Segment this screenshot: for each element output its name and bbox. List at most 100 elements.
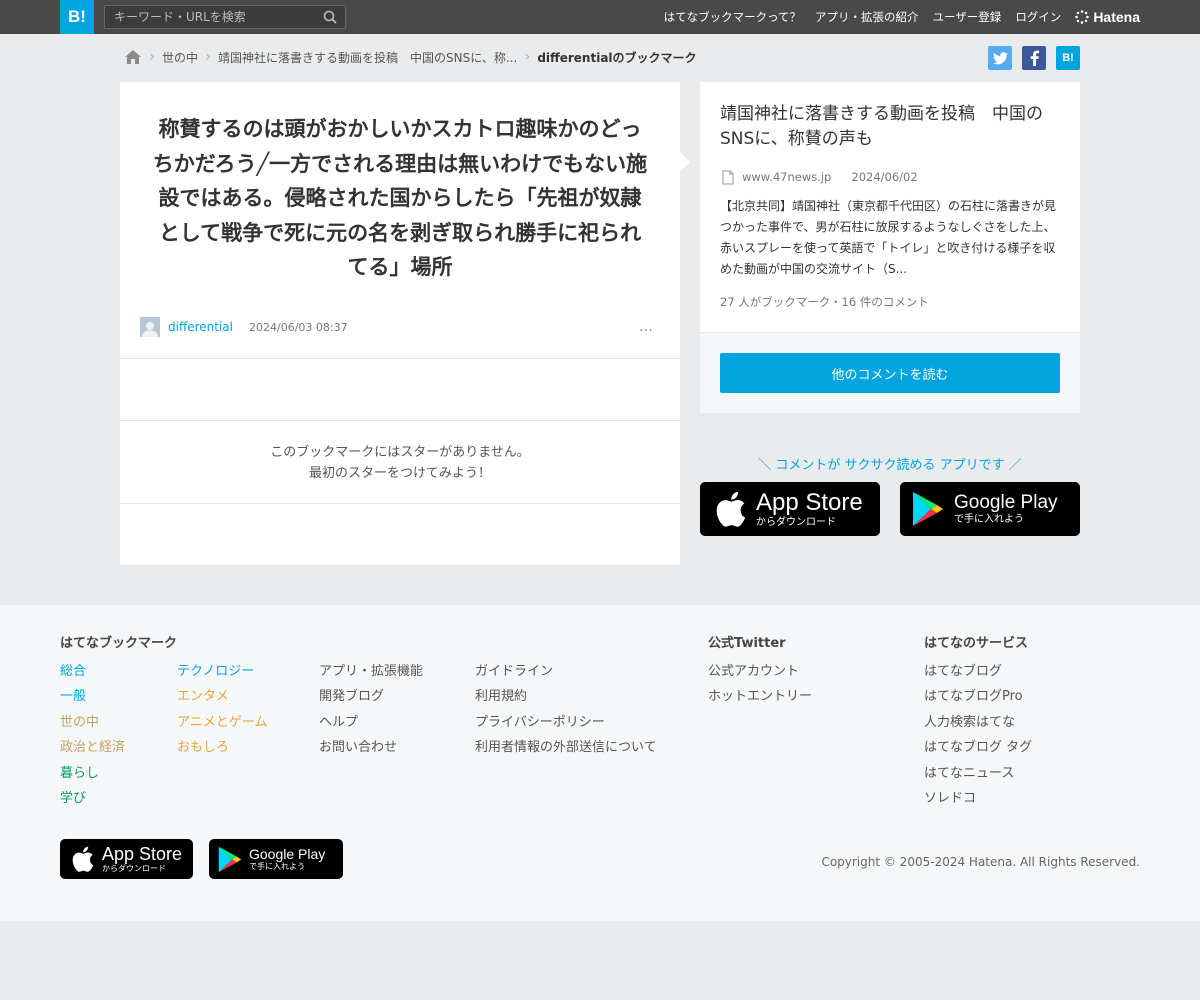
googleplay-title: Google Play	[249, 846, 326, 862]
nav-register[interactable]: ユーザー登録	[933, 9, 1002, 25]
nav-apps[interactable]: アプリ・拡張の紹介	[815, 9, 919, 25]
avatar[interactable]	[140, 317, 160, 337]
hatena-dots-icon	[1075, 10, 1090, 24]
read-comments-button[interactable]: 他のコメントを読む	[720, 353, 1060, 393]
entry-summary: 【北京共同】靖国神社（東京都千代田区）の石柱に落書きが見つかった事件で、男が石柱…	[720, 199, 1057, 276]
top-nav: はてなブックマークって？ アプリ・拡張の紹介 ユーザー登録 ログイン Haten…	[664, 0, 1140, 34]
divider	[120, 503, 680, 504]
hatena-bookmark-logo[interactable]: B!	[60, 0, 94, 34]
divider	[120, 358, 680, 359]
twitter-share-button[interactable]	[988, 46, 1012, 70]
footer-link-game[interactable]: アニメとゲーム	[177, 710, 267, 735]
footer-link-blog-tags[interactable]: はてなブログ タグ	[924, 735, 1032, 760]
entry-title[interactable]: 靖国神社に落書きする動画を投稿 中国のSNSに、称賛の声も	[720, 102, 1065, 152]
entry-domain[interactable]: www.47news.jp	[742, 170, 831, 184]
google-play-icon	[913, 492, 943, 526]
googleplay-title: Google Play	[954, 492, 1058, 513]
hatena-share-button[interactable]: B!	[1056, 46, 1080, 70]
footer-link-dev-blog[interactable]: 開発ブログ	[319, 684, 423, 709]
footer-link-official-account[interactable]: 公式アカウント	[708, 659, 812, 684]
nav-login[interactable]: ログイン	[1015, 9, 1061, 25]
footer-link-jinriki[interactable]: 人力検索はてな	[924, 710, 1032, 735]
googleplay-subtitle: で手に入れよう	[954, 514, 1024, 525]
chevron-right-icon: ›	[149, 49, 155, 65]
footer-link-soredoko[interactable]: ソレドコ	[924, 786, 1032, 811]
comment-card: 称賛するのは頭がおかしいかスカトロ趣味かのどっちかだろう╱一方でされる理由は無い…	[120, 82, 680, 565]
add-star-prompt: 最初のスターをつけてみよう！	[308, 466, 491, 481]
appstore-title: App Store	[102, 844, 183, 864]
app-store-button[interactable]: App Store からダウンロード	[700, 482, 880, 536]
home-icon[interactable]	[124, 49, 142, 65]
footer-link-fun[interactable]: おもしろ	[177, 735, 267, 760]
footer-categories-1: 総合 一般 世の中 政治と経済 暮らし 学び	[60, 659, 125, 811]
footer-link-guidelines[interactable]: ガイドライン	[475, 659, 657, 684]
chevron-right-icon: ›	[524, 49, 531, 65]
divider	[120, 420, 680, 421]
card-pointer	[680, 152, 690, 172]
breadcrumb-category[interactable]: 世の中	[162, 49, 198, 66]
footer-link-knowledge[interactable]: 学び	[60, 786, 125, 811]
footer-link-ippan[interactable]: 一般	[60, 684, 125, 709]
footer-link-privacy[interactable]: プライバシーポリシー	[475, 710, 657, 735]
entry-footer: 他のコメントを読む	[700, 332, 1080, 413]
footer-categories-2: テクノロジー エンタメ アニメとゲーム おもしろ	[177, 659, 267, 761]
google-play-button[interactable]: Google Play で手に入れよう	[900, 482, 1080, 536]
footer-twitter-links: 公式アカウント ホットエントリー	[708, 659, 812, 710]
footer-services-links: はてなブログ はてなブログPro 人力検索はてな はてなブログ タグ はてなニュ…	[924, 659, 1032, 811]
footer-link-life[interactable]: 暮らし	[60, 761, 125, 786]
footer-link-it[interactable]: テクノロジー	[177, 659, 267, 684]
footer-link-entertainment[interactable]: エンタメ	[177, 684, 267, 709]
footer-link-apps[interactable]: アプリ・拡張機能	[319, 659, 423, 684]
twitter-bird-icon	[992, 51, 1008, 64]
entry-counts[interactable]: 27 人がブックマーク・16 件のコメント	[720, 294, 929, 310]
footer-link-social[interactable]: 世の中	[60, 710, 125, 735]
appstore-subtitle: からダウンロード	[102, 864, 166, 873]
footer-links-3: アプリ・拡張機能 開発ブログ ヘルプ お問い合わせ	[319, 659, 423, 761]
search-icon[interactable]	[323, 10, 337, 24]
footer-link-general[interactable]: 総合	[60, 659, 125, 684]
footer-link-blog-pro[interactable]: はてなブログPro	[924, 684, 1032, 709]
search-input[interactable]	[105, 6, 315, 28]
comment-meta: differential 2024/06/03 08:37 …	[140, 316, 660, 338]
apple-icon	[72, 846, 94, 872]
entry-card: 靖国神社に落書きする動画を投稿 中国のSNSに、称賛の声も www.47news…	[700, 82, 1080, 413]
hatena-brand-label: Hatena	[1093, 9, 1140, 25]
no-stars-message: このブックマークにはスターがありません。 最初のスターをつけてみよう！	[120, 442, 680, 484]
more-menu-icon[interactable]: …	[639, 319, 660, 335]
share-buttons: B!	[988, 46, 1080, 70]
top-bar: B! はてなブックマークって？ アプリ・拡張の紹介 ユーザー登録 ログイン Ha…	[0, 0, 1200, 34]
googleplay-subtitle: で手に入れよう	[249, 862, 305, 871]
entry-date: 2024/06/02	[851, 170, 918, 184]
footer-services-title: はてなのサービス	[924, 636, 1029, 651]
chevron-right-icon: ›	[205, 49, 211, 65]
footer-link-help[interactable]: ヘルプ	[319, 710, 423, 735]
footer-google-play-button[interactable]: Google Play で手に入れよう	[209, 839, 343, 879]
footer: はてなブックマーク 総合 一般 世の中 政治と経済 暮らし 学び テクノロジー …	[0, 605, 1200, 921]
breadcrumb-current: differentialのブックマーク	[537, 50, 697, 65]
google-play-icon	[218, 846, 242, 872]
apple-icon	[716, 491, 746, 527]
footer-link-terms[interactable]: 利用規約	[475, 684, 657, 709]
footer-link-contact[interactable]: お問い合わせ	[319, 735, 423, 760]
document-icon	[722, 170, 734, 184]
appstore-title: App Store	[756, 488, 863, 516]
footer-link-economics[interactable]: 政治と経済	[60, 735, 125, 760]
user-silhouette-icon	[142, 322, 158, 337]
breadcrumb-entry[interactable]: 靖国神社に落書きする動画を投稿 中国のSNSに、称...	[218, 49, 517, 66]
footer-links-4: ガイドライン 利用規約 プライバシーポリシー 利用者情報の外部送信について	[475, 659, 657, 761]
username-link[interactable]: differential	[168, 320, 233, 334]
appstore-subtitle: からダウンロード	[756, 516, 836, 528]
footer-link-hotentry[interactable]: ホットエントリー	[708, 684, 812, 709]
footer-link-blog[interactable]: はてなブログ	[924, 659, 1032, 684]
facebook-f-icon	[1030, 50, 1039, 66]
comment-datetime[interactable]: 2024/06/03 08:37	[249, 321, 348, 334]
footer-app-store-button[interactable]: App Store からダウンロード	[60, 839, 193, 879]
facebook-share-button[interactable]	[1022, 46, 1046, 70]
search-box[interactable]	[104, 5, 346, 29]
footer-twitter-title: 公式Twitter	[708, 636, 786, 651]
hatena-brand[interactable]: Hatena	[1075, 9, 1140, 25]
footer-bookmark-title: はてなブックマーク	[60, 636, 178, 651]
footer-link-external-transmission[interactable]: 利用者情報の外部送信について	[475, 735, 657, 760]
nav-about[interactable]: はてなブックマークって？	[664, 9, 801, 25]
footer-link-news[interactable]: はてなニュース	[924, 761, 1032, 786]
